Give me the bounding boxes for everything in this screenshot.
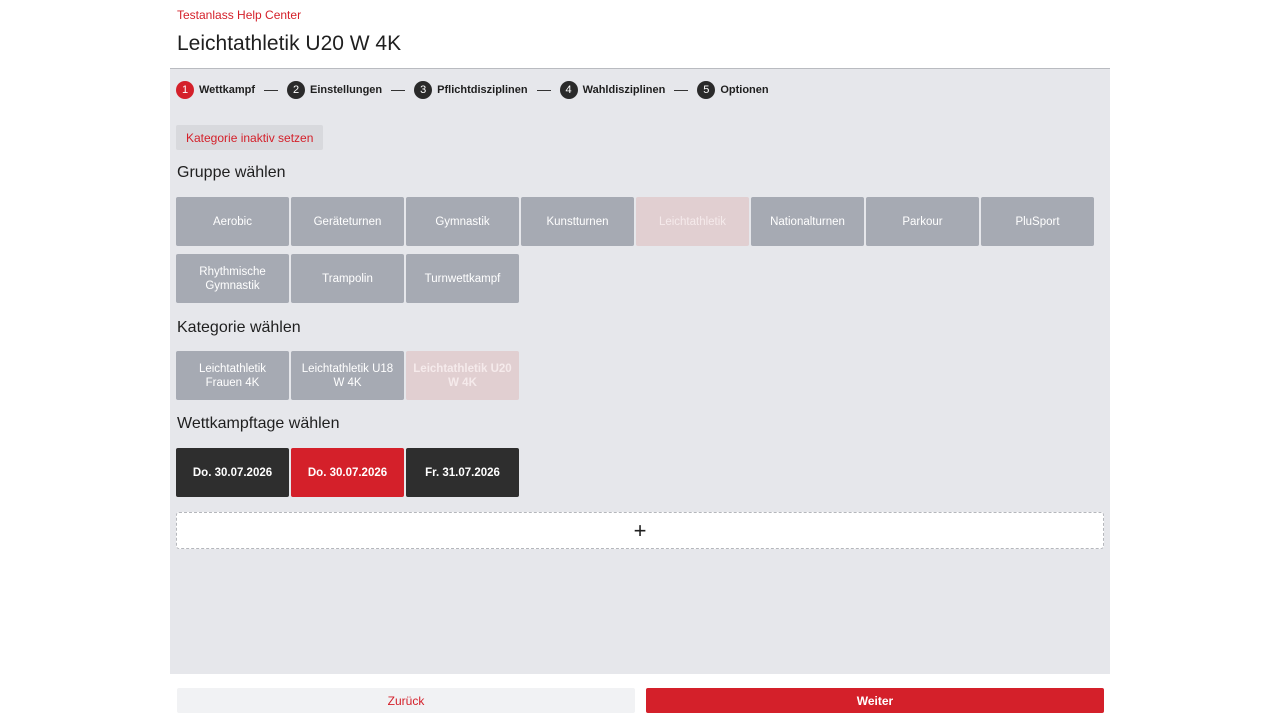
category-section-title: Kategorie wählen — [177, 319, 301, 336]
step-separator — [674, 89, 689, 91]
group-tile-rhythmische-gymnastik[interactable]: Rhythmische Gymnastik — [176, 254, 289, 303]
step-wettkampf[interactable]: 1 Wettkampf — [176, 81, 255, 99]
step-label: Wettkampf — [199, 84, 256, 96]
step-label: Einstellungen — [310, 84, 383, 96]
step-separator — [391, 89, 406, 91]
day-tile-selected[interactable]: Do. 30.07.2026 — [291, 448, 404, 497]
step-number: 4 — [559, 81, 578, 99]
day-tile[interactable]: Do. 30.07.2026 — [176, 448, 289, 497]
category-tile-u18-w-4k[interactable]: Leichtathletik U18 W 4K — [291, 351, 404, 400]
back-button[interactable]: Zurück — [177, 688, 635, 713]
group-section-title: Gruppe wählen — [177, 164, 286, 181]
group-grid: Aerobic Geräteturnen Gymnastik Kunstturn… — [176, 197, 1094, 303]
group-tile-kunstturnen[interactable]: Kunstturnen — [521, 197, 634, 246]
day-tile[interactable]: Fr. 31.07.2026 — [406, 448, 519, 497]
group-tile-leichtathletik[interactable]: Leichtathletik — [636, 197, 749, 246]
step-label: Optionen — [720, 84, 769, 96]
category-tile-u20-w-4k[interactable]: Leichtathletik U20 W 4K — [406, 351, 519, 400]
step-separator — [536, 89, 551, 91]
step-number: 3 — [414, 81, 433, 99]
category-grid: Leichtathletik Frauen 4K Leichtathletik … — [176, 351, 1094, 400]
set-category-inactive-button[interactable]: Kategorie inaktiv setzen — [176, 125, 324, 150]
step-number: 1 — [176, 81, 194, 99]
wizard-panel: 1 Wettkampf 2 Einstellungen 3 Pflichtdis… — [170, 68, 1110, 674]
stepper: 1 Wettkampf 2 Einstellungen 3 Pflichtdis… — [176, 81, 769, 99]
days-grid: Do. 30.07.2026 Do. 30.07.2026 Fr. 31.07.… — [176, 448, 519, 497]
plus-icon: + — [633, 517, 647, 543]
step-wahldisziplinen[interactable]: 4 Wahldisziplinen — [559, 81, 666, 99]
brand-link[interactable]: Testanlass Help Center — [177, 8, 301, 22]
group-tile-plusport[interactable]: PluSport — [981, 197, 1094, 246]
step-einstellungen[interactable]: 2 Einstellungen — [287, 81, 382, 99]
step-label: Wahldisziplinen — [582, 84, 666, 96]
group-tile-gymnastik[interactable]: Gymnastik — [406, 197, 519, 246]
group-tile-aerobic[interactable]: Aerobic — [176, 197, 289, 246]
group-tile-turnwettkampf[interactable]: Turnwettkampf — [406, 254, 519, 303]
step-number: 5 — [697, 81, 716, 99]
group-tile-parkour[interactable]: Parkour — [866, 197, 979, 246]
step-optionen[interactable]: 5 Optionen — [697, 81, 769, 99]
page-title: Leichtathletik U20 W 4K — [177, 32, 402, 55]
step-pflichtdisziplinen[interactable]: 3 Pflichtdisziplinen — [414, 81, 528, 99]
group-tile-trampolin[interactable]: Trampolin — [291, 254, 404, 303]
next-button[interactable]: Weiter — [646, 688, 1104, 713]
group-tile-nationalturnen[interactable]: Nationalturnen — [751, 197, 864, 246]
group-tile-geraeteturnen[interactable]: Geräteturnen — [291, 197, 404, 246]
step-label: Pflichtdisziplinen — [437, 84, 528, 96]
category-tile-frauen-4k[interactable]: Leichtathletik Frauen 4K — [176, 351, 289, 400]
add-day-button[interactable]: + — [176, 512, 1104, 549]
step-number: 2 — [287, 81, 306, 99]
step-separator — [264, 89, 279, 91]
days-section-title: Wettkampftage wählen — [177, 415, 340, 432]
